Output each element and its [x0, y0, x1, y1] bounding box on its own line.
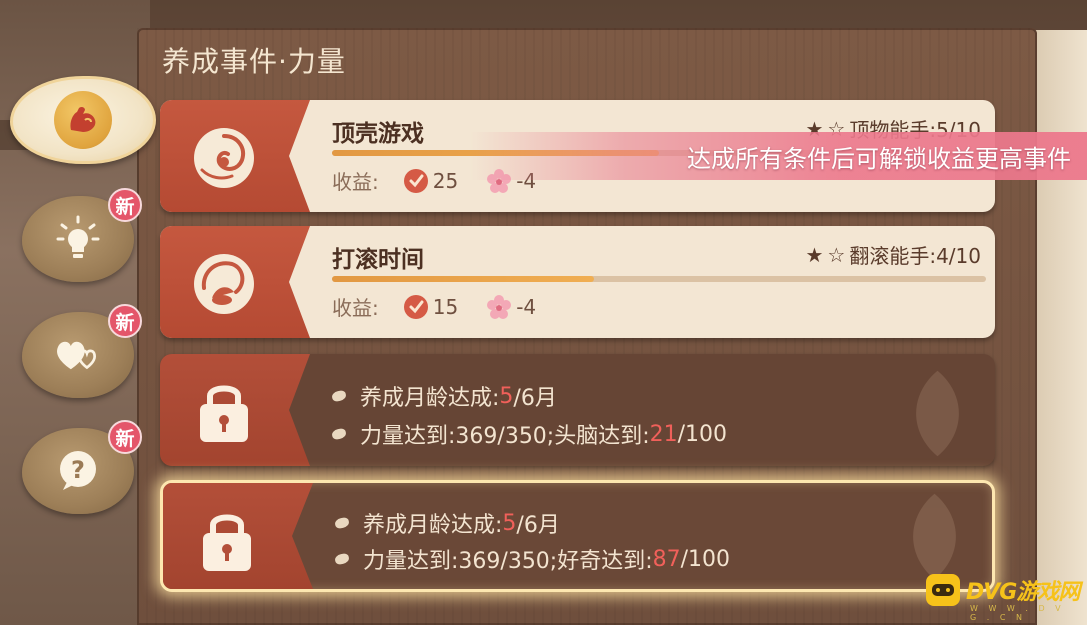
- hearts-icon: [53, 330, 103, 380]
- event-progress-fill: [332, 276, 594, 282]
- condition-age-label: 养成月龄达成:: [360, 386, 500, 411]
- bullet-icon: [331, 389, 347, 403]
- yield-strength-value: 15: [432, 294, 459, 319]
- yield-sakura-value: -4: [516, 294, 537, 319]
- rolling-swirl-icon: [188, 248, 260, 320]
- strength-heart-icon: [403, 294, 429, 320]
- event-card[interactable]: 打滚时间 ★ ☆ 翻滚能手:4/10 收益: 15 -4: [160, 226, 995, 338]
- leaf-decoration-icon: [913, 493, 956, 580]
- condition-stat-total: /100: [680, 546, 731, 572]
- event-skill-progress: 翻滚能手:4/10: [849, 244, 981, 268]
- condition-stat-current: 21: [649, 421, 678, 447]
- unlock-hint-toast: 达成所有条件后可解锁收益更高事件: [470, 132, 1087, 180]
- shell-swirl-icon: [188, 122, 260, 194]
- svg-text:?: ?: [71, 456, 85, 484]
- condition-stat-current: 87: [652, 546, 681, 572]
- new-badge: 新: [108, 420, 142, 454]
- condition-age-label: 养成月龄达成:: [363, 513, 503, 538]
- watermark-sub: W W W . D V G . C N: [970, 604, 1065, 622]
- strength-heart-icon: [403, 168, 429, 194]
- condition-stats-label: 力量达到:369/350;头脑达到:: [360, 424, 650, 449]
- yield-label: 收益:: [332, 170, 379, 194]
- watermark-brand: DVG游戏网: [966, 580, 1080, 605]
- watermark: DVG游戏网 W W W . D V G . C N: [926, 574, 1080, 622]
- condition-age-current: 5: [499, 383, 514, 409]
- tab-curiosity[interactable]: ? 新: [22, 420, 142, 514]
- star-empty-icon: ☆: [827, 242, 846, 267]
- star-filled-icon: ★: [805, 242, 824, 267]
- new-badge: 新: [108, 304, 142, 338]
- condition-stats-label: 力量达到:369/350;好奇达到:: [363, 549, 653, 574]
- locked-event-card[interactable]: 养成月龄达成: 5 /6月 力量达到:369/350;头脑达到: 21 /100: [160, 354, 995, 466]
- condition-stat-total: /100: [677, 421, 728, 447]
- sakura-flower-icon: [486, 294, 512, 320]
- event-title: 打滚时间: [332, 247, 424, 273]
- gamepad-logo-icon: [926, 574, 960, 606]
- question-bubble-icon: ?: [53, 446, 103, 496]
- tab-strength[interactable]: [10, 76, 156, 164]
- panel-title: 养成事件·力量: [162, 45, 346, 78]
- event-progress-bar: [332, 276, 986, 282]
- lightbulb-icon: [53, 214, 103, 264]
- bullet-icon: [334, 516, 350, 530]
- new-badge: 新: [108, 188, 142, 222]
- lock-icon: [188, 376, 260, 448]
- lock-icon: [191, 505, 263, 577]
- tab-idea[interactable]: 新: [22, 188, 142, 282]
- bullet-icon: [334, 552, 350, 566]
- leaf-decoration-icon: [916, 370, 959, 457]
- yield-strength-value: 25: [432, 168, 459, 193]
- condition-age-total: /6月: [513, 386, 557, 411]
- event-title: 顶壳游戏: [332, 121, 424, 147]
- condition-age-current: 5: [502, 510, 517, 536]
- tab-affection[interactable]: 新: [22, 304, 142, 398]
- condition-age-total: /6月: [516, 513, 560, 538]
- bullet-icon: [331, 427, 347, 441]
- muscle-arm-icon: [54, 91, 112, 149]
- yield-label: 收益:: [332, 296, 379, 320]
- locked-event-card-selected[interactable]: 养成月龄达成: 5 /6月 力量达到:369/350;好奇达到: 87 /100: [160, 480, 995, 592]
